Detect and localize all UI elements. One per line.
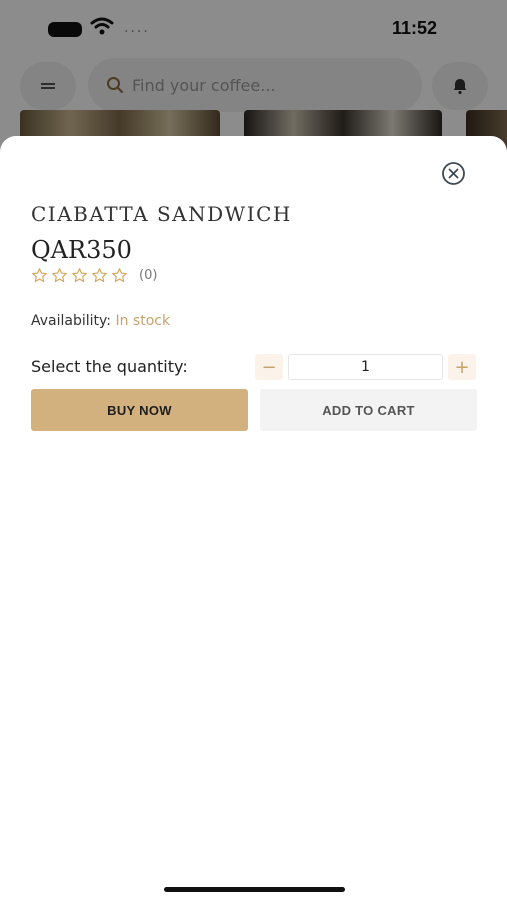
review-count: (0) [139,268,158,283]
star-outline-icon [72,268,87,283]
star-outline-icon [32,268,47,283]
product-title: CIABATTA SANDWICH [31,202,292,226]
quantity-label: Select the quantity: [31,357,188,376]
home-indicator [164,887,345,892]
star-outline-icon [92,268,107,283]
availability-label: Availability: [31,313,112,329]
add-to-cart-button[interactable]: ADD TO CART [260,389,477,431]
product-sheet: CIABATTA SANDWICH QAR350 (0) Availabilit… [0,136,507,900]
plus-icon: + [454,356,470,378]
product-price: QAR350 [31,236,132,264]
star-outline-icon [52,268,67,283]
quantity-decrease-button[interactable]: − [255,354,283,380]
buy-now-button[interactable]: BUY NOW [31,389,248,431]
availability: Availability: In stock [31,313,170,329]
stock-status: In stock [115,313,171,329]
minus-icon: − [261,356,277,378]
quantity-input[interactable]: 1 [288,354,443,380]
star-outline-icon [112,268,127,283]
rating: (0) [31,267,157,284]
close-icon[interactable] [441,161,466,186]
quantity-increase-button[interactable]: + [448,354,476,380]
